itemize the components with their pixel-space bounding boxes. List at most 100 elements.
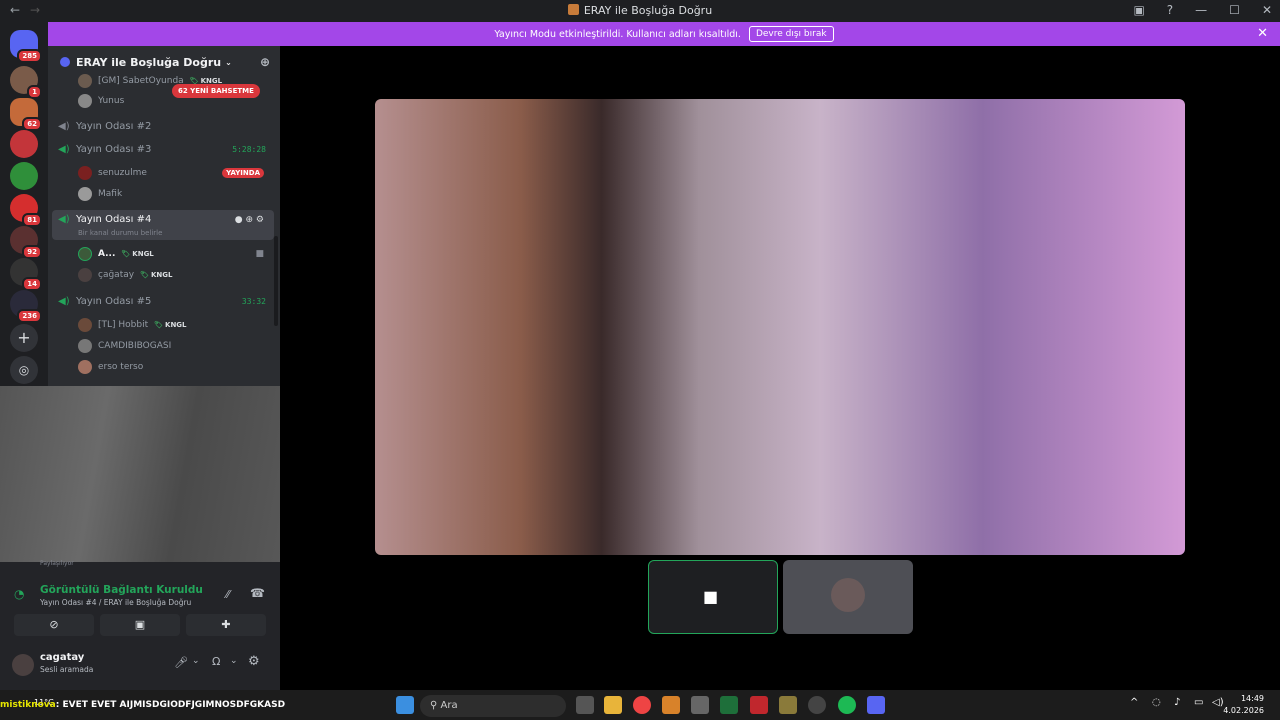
connection-channel[interactable]: Yayın Odası #4 / ERAY ile Boşluğa Doğru — [40, 598, 191, 607]
avatar — [78, 94, 92, 108]
voice-user[interactable]: A...KNGL■ — [48, 247, 274, 261]
signal-icon: ◔ — [14, 587, 25, 601]
dm-avatar-icon[interactable]: 1 — [10, 66, 42, 99]
live-badge: YAYINDA — [222, 168, 264, 178]
speaker-icon: ◀) — [58, 214, 70, 225]
user-avatar[interactable] — [12, 654, 34, 676]
participant-tile[interactable] — [783, 560, 913, 634]
add-server-icon[interactable]: + — [10, 324, 38, 352]
sharing-label: Paylaşılıyor — [40, 560, 74, 567]
minimize-icon[interactable]: — — [1195, 3, 1207, 17]
window-title: ERAY ile Boşluğa Doğru — [0, 4, 1280, 17]
guild-name: ERAY ile Boşluğa Doğru — [76, 55, 222, 69]
add-member-icon[interactable]: ⊕ — [246, 215, 254, 225]
discord-taskbar-icon[interactable] — [867, 696, 885, 714]
chat-bubble-icon[interactable]: ● — [235, 215, 243, 225]
voice-channel-selected[interactable]: ◀) Yayın Odası #4 ● ⊕ ⚙ — [48, 214, 274, 225]
video-camera-icon: ■ — [703, 587, 719, 606]
new-mentions-pill[interactable]: 62 YENİ BAHSETME — [172, 84, 260, 98]
server-icon-2[interactable] — [10, 130, 38, 158]
stream-chat-line: mistiknova: EVET EVET AIJMISDGIODFJGIMNO… — [0, 700, 286, 710]
voice-user[interactable]: [TL] HobbitKNGL — [48, 318, 274, 332]
taskbar-search[interactable]: ⚲ Ara — [420, 695, 566, 717]
video-icon: ■ — [255, 249, 264, 259]
voice-user[interactable]: çağatayKNGL — [48, 268, 274, 282]
activities-button[interactable]: ✚ — [186, 614, 266, 636]
close-banner-icon[interactable]: ✕ — [1257, 26, 1268, 41]
volume-icon[interactable]: ◁) — [1212, 697, 1224, 708]
voice-user[interactable]: senuzulme YAYINDA — [48, 166, 274, 180]
network-icon[interactable]: ◌ — [1152, 697, 1161, 708]
voice-connection-panel: Paylaşılıyor ◔ Görüntülü Bağlantı Kuruld… — [0, 560, 280, 642]
search-icon: ⚲ — [430, 700, 441, 711]
avatar — [78, 74, 92, 88]
maximize-icon[interactable]: ☐ — [1229, 3, 1240, 17]
windows-start-icon[interactable] — [396, 696, 414, 714]
explore-icon[interactable]: ◎ — [10, 356, 38, 384]
help-icon[interactable]: ? — [1167, 3, 1173, 17]
avatar — [78, 166, 92, 180]
inbox-icon[interactable]: ▣ — [1133, 3, 1144, 17]
avatar — [78, 339, 92, 353]
tray-chevron-icon[interactable]: ^ — [1130, 697, 1138, 708]
server-icon-3[interactable] — [10, 162, 38, 190]
discord-home-icon[interactable]: 285 — [10, 30, 42, 63]
avatar — [78, 318, 92, 332]
brave-icon[interactable] — [662, 696, 680, 714]
camera-off-button[interactable]: ⊘ — [14, 614, 94, 636]
screen-share-icon: ▣ — [134, 618, 146, 631]
chevron-down-icon[interactable]: ⌄ — [192, 656, 200, 666]
server-icon-5[interactable]: 92 — [10, 226, 42, 259]
microphone-icon[interactable]: 🎤︎ — [174, 656, 188, 669]
server-icon-4[interactable]: 81 — [10, 194, 42, 227]
spotify-icon[interactable] — [838, 696, 856, 714]
close-window-icon[interactable]: ✕ — [1262, 3, 1272, 17]
avatar — [78, 247, 92, 261]
chrome-icon[interactable] — [633, 696, 651, 714]
activities-icon: ✚ — [221, 618, 231, 631]
voice-user[interactable]: Mafik — [48, 187, 274, 201]
voice-channel[interactable]: ◀) Yayın Odası #2 — [48, 121, 274, 132]
streamer-mode-banner: Yayıncı Modu etkinleştirildi. Kullanıcı … — [48, 22, 1280, 46]
server-icon-7[interactable]: 236 — [10, 290, 42, 323]
noise-suppression-icon[interactable]: ⁄⁄ — [226, 588, 230, 601]
clock[interactable]: 14:49 4.02.2026 — [1223, 693, 1264, 717]
file-explorer-icon[interactable] — [604, 696, 622, 714]
guild-icon — [60, 57, 70, 67]
chevron-down-icon[interactable]: ⌄ — [225, 58, 232, 67]
disable-streamer-mode-button[interactable]: Devre dışı bırak — [748, 26, 834, 42]
user-settings-icon[interactable]: ⚙ — [248, 654, 260, 669]
task-view-icon[interactable] — [576, 696, 594, 714]
app-icon-yellow[interactable] — [779, 696, 797, 714]
screen-share-button[interactable]: ▣ — [100, 614, 180, 636]
voice-user[interactable]: erso terso — [48, 360, 274, 374]
username[interactable]: cagatay — [40, 652, 84, 663]
channel-status[interactable]: Bir kanal durumu belirle — [78, 229, 280, 237]
voice-channel[interactable]: ◀) Yayın Odası #5 33:32 — [48, 296, 274, 307]
participant-avatar — [831, 578, 865, 612]
invite-people-icon[interactable]: ⊕ — [260, 55, 270, 69]
title-bar: ← → ERAY ile Boşluğa Doğru ▣ ? — ☐ ✕ — [0, 0, 1280, 22]
main-video-feed[interactable] — [375, 99, 1185, 555]
user-status: Sesli aramada — [40, 665, 94, 674]
sidebar-scrollbar[interactable] — [274, 236, 278, 326]
steam-icon[interactable] — [808, 696, 826, 714]
connection-status[interactable]: Görüntülü Bağlantı Kuruldu — [40, 584, 203, 596]
server-logo-icon — [567, 4, 579, 15]
avatar — [78, 360, 92, 374]
voice-channel[interactable]: ◀) Yayın Odası #3 5:28:28 — [48, 144, 274, 155]
avatar — [78, 187, 92, 201]
server-icon-6[interactable]: 14 — [10, 258, 42, 291]
gear-icon[interactable]: ⚙ — [256, 215, 264, 225]
mic-tray-icon[interactable]: ♪ — [1174, 697, 1180, 708]
chevron-down-icon[interactable]: ⌄ — [230, 656, 238, 666]
store-icon[interactable] — [691, 696, 709, 714]
participant-tile-camera[interactable]: ■ — [648, 560, 778, 634]
display-icon[interactable]: ▭ — [1194, 697, 1203, 708]
excel-icon[interactable] — [720, 696, 738, 714]
disconnect-icon[interactable]: ☎ — [250, 586, 265, 600]
server-icon-1[interactable]: 62 — [10, 98, 42, 131]
voice-user[interactable]: CAMDIBIBOGASI — [48, 339, 274, 353]
headphones-icon[interactable]: Ω — [212, 655, 220, 668]
app-icon-red[interactable] — [750, 696, 768, 714]
